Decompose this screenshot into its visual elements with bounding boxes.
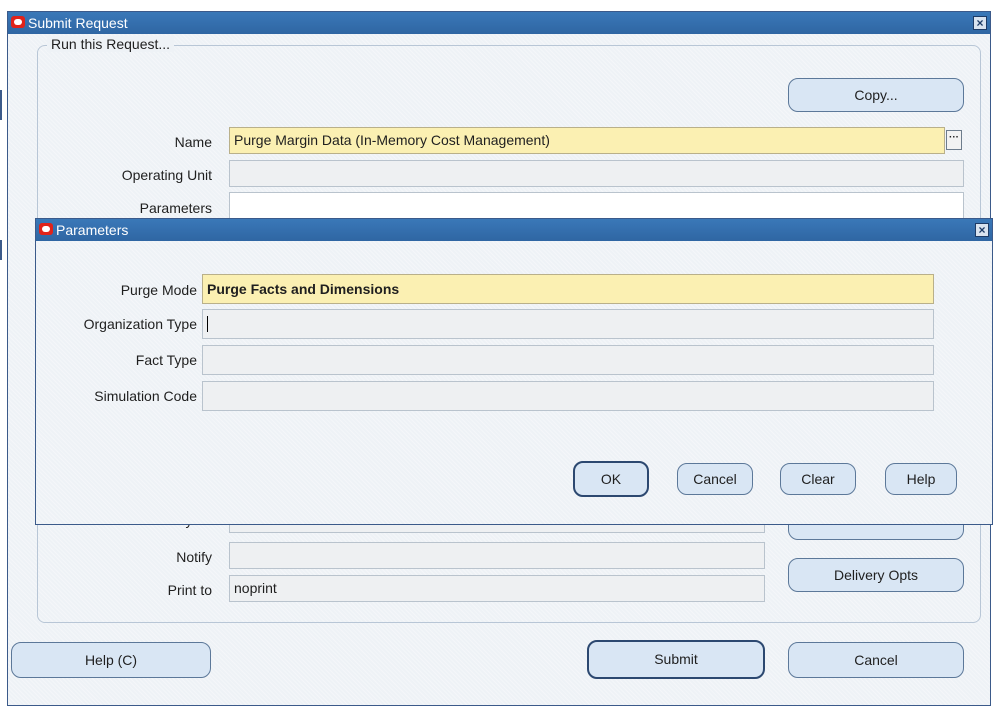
name-field[interactable]: Purge Margin Data (In-Memory Cost Manage… (229, 127, 945, 154)
screen-edge-line (0, 240, 2, 260)
submit-button-label: Submit (654, 651, 698, 667)
simulation-code-field[interactable] (202, 381, 934, 411)
organization-type-field[interactable] (202, 309, 934, 339)
window-title: Submit Request (28, 15, 128, 31)
copy-button-label: Copy... (854, 87, 898, 103)
parameters-label: Parameters (139, 200, 212, 216)
close-icon[interactable]: × (975, 223, 989, 237)
delivery-opts-button[interactable]: Delivery Opts (788, 558, 964, 592)
help-button-label: Help (C) (84, 652, 138, 668)
copy-button[interactable]: Copy... (788, 78, 964, 112)
operating-unit-field[interactable] (229, 160, 964, 187)
fact-type-field[interactable] (202, 345, 934, 375)
organization-type-label: Organization Type (83, 316, 197, 332)
oracle-logo-icon (39, 223, 53, 235)
screen-edge-line (0, 90, 2, 120)
ok-button-label: OK (600, 471, 622, 487)
operating-unit-label: Operating Unit (121, 167, 212, 183)
text-cursor (207, 316, 208, 332)
simulation-code-label: Simulation Code (94, 388, 197, 404)
dialog-title: Parameters (56, 222, 129, 238)
parameters-field[interactable] (229, 192, 964, 219)
dialog-cancel-label: Cancel (693, 471, 737, 487)
name-label: Name (174, 134, 212, 150)
dialog-help-button[interactable]: Help (885, 463, 957, 495)
fact-type-label: Fact Type (135, 352, 197, 368)
run-request-legend: Run this Request... (47, 36, 175, 52)
purge-mode-label: Purge Mode (120, 282, 197, 298)
clear-button[interactable]: Clear (780, 463, 856, 495)
parameters-window: Parameters × Purge Mode Purge Facts and … (35, 218, 993, 525)
parameters-titlebar[interactable]: Parameters × (36, 219, 992, 241)
print-to-field[interactable]: noprint (229, 575, 765, 602)
cancel-button-label: Cancel (854, 652, 898, 668)
help-button[interactable]: Help (C) (11, 642, 211, 678)
dialog-cancel-button[interactable]: Cancel (677, 463, 753, 495)
ok-button[interactable]: OK (573, 461, 649, 497)
delivery-opts-label: Delivery Opts (833, 567, 919, 583)
list-of-values-icon[interactable]: ··· (946, 130, 962, 150)
submit-button[interactable]: Submit (587, 640, 765, 679)
notify-field[interactable] (229, 542, 765, 569)
cancel-button[interactable]: Cancel (788, 642, 964, 678)
print-to-label: Print to (167, 582, 212, 598)
clear-button-label: Clear (801, 471, 835, 487)
close-icon[interactable]: × (973, 16, 987, 30)
oracle-logo-icon (11, 16, 25, 28)
notify-label: Notify (176, 549, 212, 565)
submit-request-titlebar[interactable]: Submit Request × (8, 12, 990, 34)
dialog-help-label: Help (906, 471, 936, 487)
purge-mode-field[interactable]: Purge Facts and Dimensions (202, 274, 934, 304)
